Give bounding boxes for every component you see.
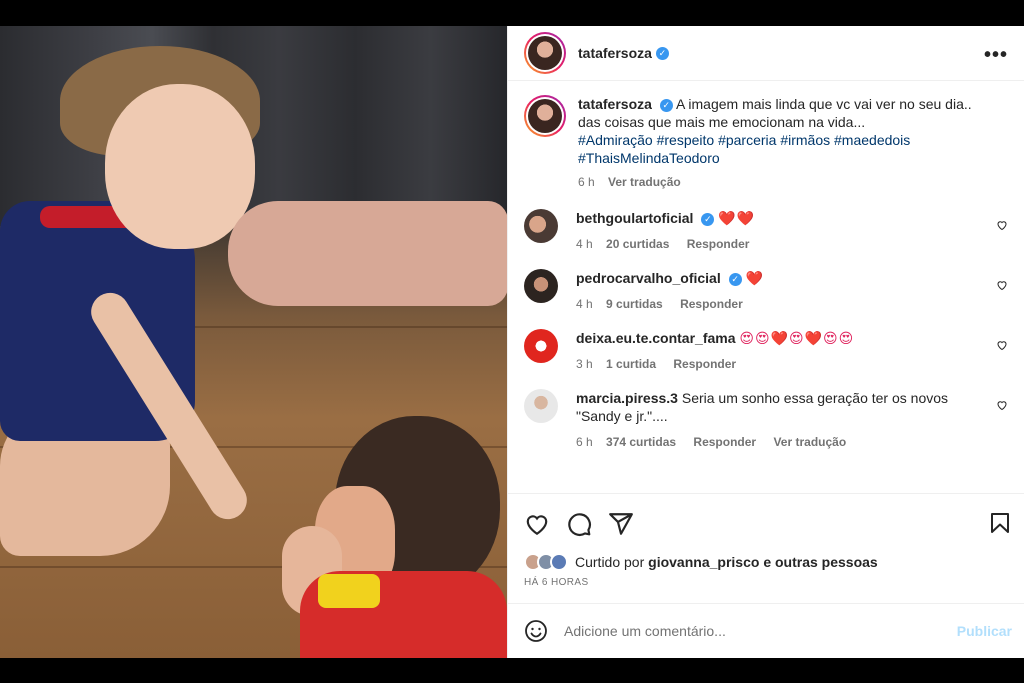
comment-likes[interactable]: 9 curtidas <box>606 297 663 311</box>
comment-avatar[interactable] <box>524 389 558 423</box>
share-icon[interactable] <box>608 511 634 537</box>
publish-button[interactable]: Publicar <box>957 623 1012 639</box>
bookmark-icon[interactable] <box>988 511 1012 535</box>
comment-likes[interactable]: 374 curtidas <box>606 435 676 449</box>
comment-username[interactable]: pedrocarvalho_oficial <box>576 270 721 286</box>
comment-time[interactable]: 4 h <box>576 297 593 311</box>
comment-avatar[interactable] <box>524 209 558 243</box>
comment-item: pedrocarvalho_oficial ✓ ❤️ 4 h 9 curtida… <box>524 269 1008 313</box>
like-comment-heart-icon[interactable] <box>996 219 1008 231</box>
comment-text: ❤️❤️ <box>718 210 756 226</box>
verified-icon: ✓ <box>701 212 715 226</box>
more-icon[interactable]: ••• <box>984 44 1008 67</box>
post-frame: tatafersoza ✓ ••• tatafersoza ✓ A imagem… <box>0 26 1024 658</box>
comment-input[interactable] <box>564 623 924 639</box>
likes-suffix[interactable]: e outras pessoas <box>763 554 877 570</box>
caption-time[interactable]: 6 h <box>578 175 595 189</box>
author-username[interactable]: tatafersoza <box>578 45 652 61</box>
comment-username[interactable]: deixa.eu.te.contar_fama <box>576 330 736 346</box>
comment-time[interactable]: 6 h <box>576 435 593 449</box>
adult-hand-shape <box>228 201 507 306</box>
verified-icon: ✓ <box>659 98 673 112</box>
comment-text: ❤️ <box>745 270 764 286</box>
comment-item: bethgoulartoficial ✓ ❤️❤️ 4 h 20 curtida… <box>524 209 1008 253</box>
post-photo[interactable] <box>0 26 507 658</box>
comment-text: 😍😍❤️😍❤️😍😍 <box>739 330 855 346</box>
comment-avatar[interactable] <box>524 329 558 363</box>
verified-icon: ✓ <box>655 46 669 60</box>
caption: tatafersoza ✓ A imagem mais linda que vc… <box>524 95 1008 191</box>
like-comment-heart-icon[interactable] <box>996 339 1008 351</box>
caption-username[interactable]: tatafersoza <box>578 96 652 112</box>
caption-hashtags[interactable]: #Admiração #respeito #parceria #irmãos #… <box>578 132 910 166</box>
like-comment-heart-icon[interactable] <box>996 279 1008 291</box>
reply-button[interactable]: Responder <box>687 237 750 251</box>
comment-item: marcia.piress.3 Seria um sonho essa gera… <box>524 389 1008 451</box>
comment-icon[interactable] <box>566 511 592 537</box>
comment-likes[interactable]: 1 curtida <box>606 357 656 371</box>
likes-prefix: Curtido por <box>575 554 645 570</box>
verified-icon: ✓ <box>728 272 742 286</box>
translate-link[interactable]: Ver tradução <box>773 435 846 449</box>
likes-text: Curtido por giovanna_prisco e outras pes… <box>575 554 878 570</box>
action-bar <box>508 493 1024 553</box>
yellow-object-shape <box>318 574 380 608</box>
reply-button[interactable]: Responder <box>680 297 743 311</box>
posted-time[interactable]: HÁ 6 HORAS <box>524 577 1008 588</box>
caption-avatar[interactable] <box>524 95 566 137</box>
post-side-panel: tatafersoza ✓ ••• tatafersoza ✓ A imagem… <box>507 26 1024 658</box>
translate-link[interactable]: Ver tradução <box>608 175 681 189</box>
girl-head-shape <box>105 84 255 249</box>
add-comment-bar: Publicar <box>508 603 1024 658</box>
comment-likes[interactable]: 20 curtidas <box>606 237 669 251</box>
emoji-icon[interactable] <box>524 619 548 643</box>
comment-time[interactable]: 4 h <box>576 237 593 251</box>
reply-button[interactable]: Responder <box>673 357 736 371</box>
heart-icon[interactable] <box>524 511 550 537</box>
comment-username[interactable]: marcia.piress.3 <box>576 390 678 406</box>
author-avatar[interactable] <box>524 32 566 74</box>
liker-username[interactable]: giovanna_prisco <box>648 554 759 570</box>
comment-item: deixa.eu.te.contar_fama 😍😍❤️😍❤️😍😍 3 h 1 … <box>524 329 1008 373</box>
likes-section: Curtido por giovanna_prisco e outras pes… <box>508 553 1024 603</box>
comment-avatar[interactable] <box>524 269 558 303</box>
comments-list[interactable]: tatafersoza ✓ A imagem mais linda que vc… <box>508 81 1024 493</box>
liker-avatar[interactable] <box>550 553 568 571</box>
post-header: tatafersoza ✓ ••• <box>508 26 1024 81</box>
comment-username[interactable]: bethgoulartoficial <box>576 210 693 226</box>
reply-button[interactable]: Responder <box>693 435 756 449</box>
comment-time[interactable]: 3 h <box>576 357 593 371</box>
like-comment-heart-icon[interactable] <box>996 399 1008 411</box>
